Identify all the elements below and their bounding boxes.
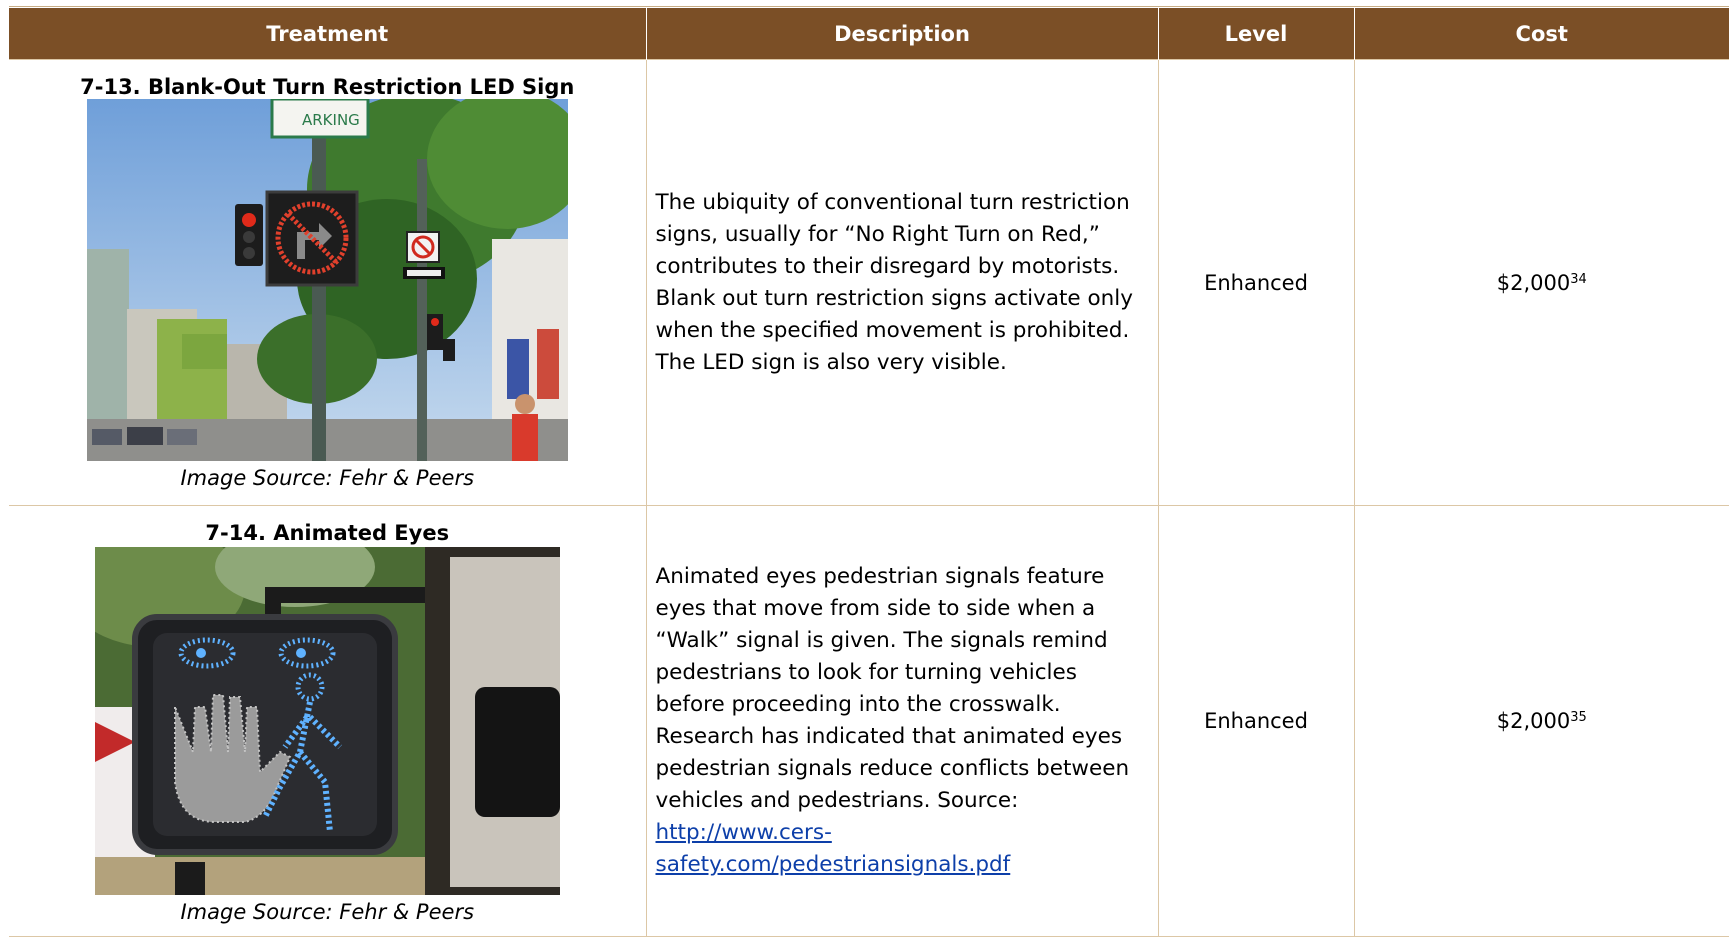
parking-sign-text: ARKING [302,111,360,129]
top-rule [9,6,1729,7]
treatment-cell: 7-14. Animated Eyes Image Source: Fehr &… [9,505,647,937]
cost-value: $2,000 [1496,270,1571,295]
treatment-title: 7-14. Animated Eyes [205,521,450,545]
cost-cell: $2,00034 [1353,59,1729,506]
description-text: Animated eyes pedestrian signals feature… [655,564,1130,813]
source-link[interactable]: http://www.cers-safety.com/pedestriansig… [656,820,1011,877]
cost-cell: $2,00035 [1353,505,1729,937]
cost-footnote: 35 [1570,710,1587,725]
header-level: Level [1157,8,1354,60]
image-credit: Image Source: Fehr & Peers [180,466,475,490]
cost-footnote: 34 [1570,271,1587,287]
header-cost: Cost [1353,8,1729,60]
table-row: 7-13. Blank-Out Turn Restriction LED Sig… [9,59,1729,506]
level-cell: Enhanced [1157,505,1355,937]
image-credit: Image Source: Fehr & Peers [180,900,475,924]
header-row: Treatment Description Level Cost [9,8,1729,60]
animated-eyes-signal-photo [94,547,560,895]
description-block: Animated eyes pedestrian signals feature… [647,561,1158,881]
cost-value: $2,000 [1496,709,1571,733]
description-cell: The ubiquity of conventional turn restri… [645,59,1159,506]
level-value: Enhanced [1204,270,1308,295]
description-text: The ubiquity of conventional turn restri… [655,189,1133,375]
level-cell: Enhanced [1157,59,1355,506]
level-value: Enhanced [1204,709,1308,733]
treatment-table: Treatment Description Level Cost 7-13. B… [9,8,1729,937]
table-row: 7-14. Animated Eyes Image Source: Fehr &… [9,505,1729,937]
blank-out-sign-photo: ARKING [86,99,568,461]
header-treatment: Treatment [9,8,646,60]
treatment-title: 7-13. Blank-Out Turn Restriction LED Sig… [80,75,575,99]
description-cell: Animated eyes pedestrian signals feature… [645,505,1159,937]
treatment-cell: 7-13. Blank-Out Turn Restriction LED Sig… [9,59,647,506]
header-description: Description [645,8,1158,60]
